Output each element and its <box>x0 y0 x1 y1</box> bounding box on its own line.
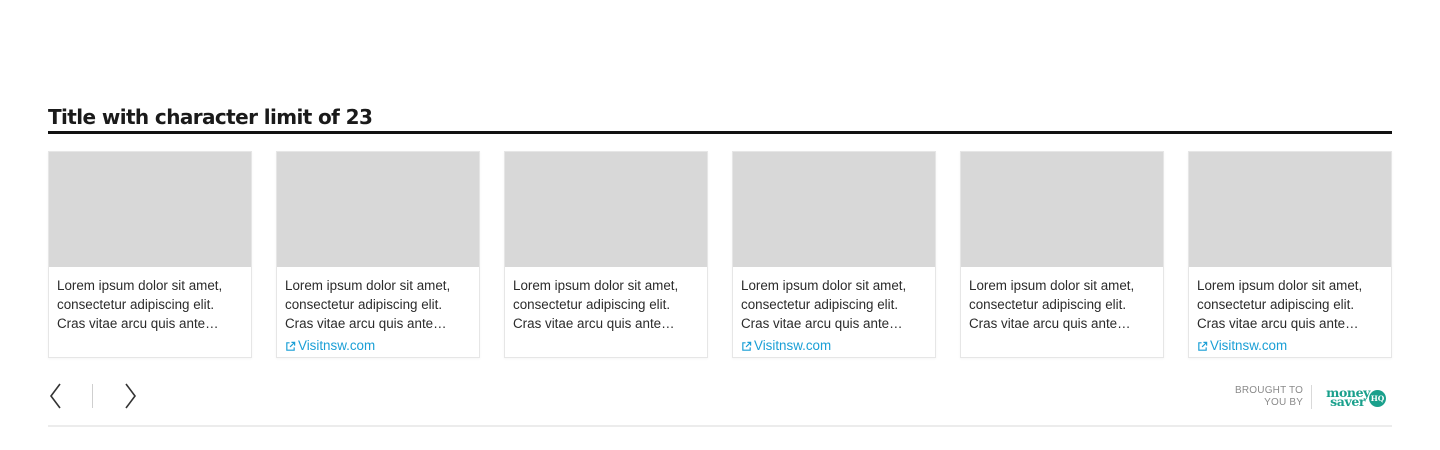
chevron-right-icon <box>125 383 136 409</box>
external-link-icon <box>286 341 296 351</box>
widget-title: Title with character limit of 23 <box>48 105 373 129</box>
card[interactable]: Lorem ipsum dolor sit amet, consectetur … <box>276 151 480 358</box>
logo-badge: HQ <box>1369 390 1386 407</box>
nav-divider <box>92 384 93 408</box>
card-text: Lorem ipsum dolor sit amet, consectetur … <box>57 278 223 331</box>
card-image-placeholder <box>733 152 935 267</box>
card-link[interactable]: Visitnsw.com <box>285 338 375 354</box>
card[interactable]: Lorem ipsum dolor sit amet, consectetur … <box>960 151 1164 358</box>
bottom-divider <box>48 425 1392 427</box>
card-link[interactable]: Visitnsw.com <box>1197 338 1287 354</box>
card[interactable]: Lorem ipsum dolor sit amet, consectetur … <box>48 151 252 358</box>
external-link-icon <box>1198 341 1208 351</box>
card[interactable]: Lorem ipsum dolor sit amet, consectetur … <box>732 151 936 358</box>
sponsor-label-line1: BROUGHT TO <box>1235 385 1304 396</box>
card-link-label: Visitnsw.com <box>298 338 376 353</box>
card-link-label: Visitnsw.com <box>754 338 832 353</box>
card-text: Lorem ipsum dolor sit amet, consectetur … <box>969 278 1135 331</box>
carousel-controls: BROUGHT TO YOU BY money saver HQ <box>48 380 1392 414</box>
card-image-placeholder <box>1189 152 1391 267</box>
card-list: Lorem ipsum dolor sit amet, consectetur … <box>48 151 1392 359</box>
card-image-placeholder <box>961 152 1163 267</box>
moneysaver-logo[interactable]: money saver HQ <box>1326 386 1386 409</box>
sponsor-divider <box>1311 385 1313 409</box>
title-rule <box>48 131 1392 134</box>
sponsor-label-line2: YOU BY <box>1264 397 1304 408</box>
card-link-label: Visitnsw.com <box>1210 338 1288 353</box>
card-text: Lorem ipsum dolor sit amet, consectetur … <box>513 278 679 331</box>
card-image-placeholder <box>505 152 707 267</box>
card-text: Lorem ipsum dolor sit amet, consectetur … <box>741 278 907 331</box>
carousel-widget: Title with character limit of 23 Lorem i… <box>48 104 1392 359</box>
logo-wordmark: money saver <box>1326 386 1370 409</box>
card-text: Lorem ipsum dolor sit amet, consectetur … <box>285 278 451 331</box>
card[interactable]: Lorem ipsum dolor sit amet, consectetur … <box>504 151 708 358</box>
card[interactable]: Lorem ipsum dolor sit amet, consectetur … <box>1188 151 1392 358</box>
card-text: Lorem ipsum dolor sit amet, consectetur … <box>1197 278 1363 331</box>
sponsor-label: BROUGHT TO YOU BY <box>1231 385 1303 409</box>
card-link[interactable]: Visitnsw.com <box>741 338 831 354</box>
card-image-placeholder <box>49 152 251 267</box>
chevron-left-icon <box>50 383 61 409</box>
logo-line2: saver <box>1330 394 1366 409</box>
card-image-placeholder <box>277 152 479 267</box>
sponsor-block: BROUGHT TO YOU BY money saver HQ <box>1231 383 1386 411</box>
previous-button[interactable] <box>48 382 68 410</box>
next-button[interactable] <box>122 382 142 410</box>
external-link-icon <box>742 341 752 351</box>
